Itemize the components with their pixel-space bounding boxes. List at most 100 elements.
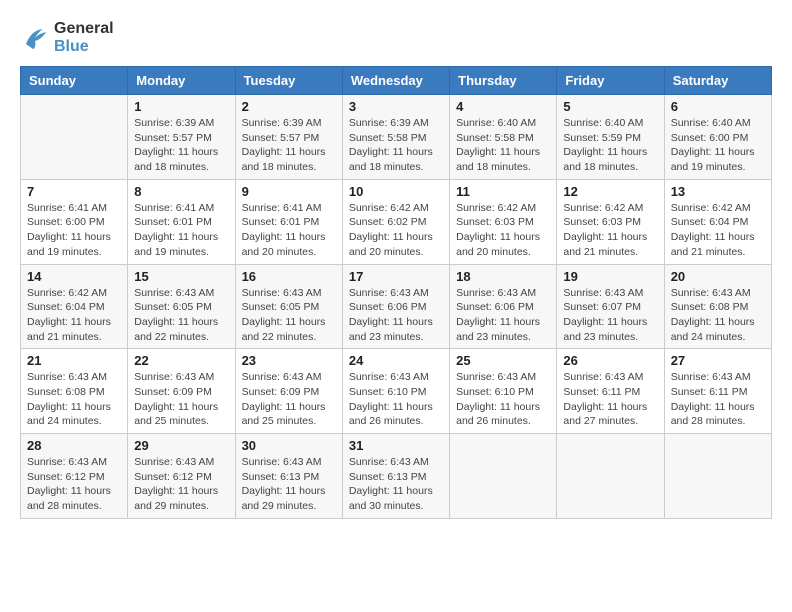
day-info: Sunrise: 6:43 AM Sunset: 6:05 PM Dayligh… bbox=[242, 286, 336, 345]
day-number: 11 bbox=[456, 184, 550, 199]
calendar-cell: 3 Sunrise: 6:39 AM Sunset: 5:58 PM Daylig… bbox=[342, 95, 449, 180]
weekday-header: Friday bbox=[557, 67, 664, 95]
day-number: 5 bbox=[563, 99, 657, 114]
day-info: Sunrise: 6:43 AM Sunset: 6:12 PM Dayligh… bbox=[134, 455, 228, 514]
day-info: Sunrise: 6:43 AM Sunset: 6:09 PM Dayligh… bbox=[242, 370, 336, 429]
calendar-cell: 24 Sunrise: 6:43 AM Sunset: 6:10 PM Dayli… bbox=[342, 349, 449, 434]
calendar-cell: 16 Sunrise: 6:43 AM Sunset: 6:05 PM Dayli… bbox=[235, 264, 342, 349]
day-number: 24 bbox=[349, 353, 443, 368]
calendar-cell: 18Sunrise: 6:43 AM Sunset: 6:06 PM Dayli… bbox=[450, 264, 557, 349]
logo-icon bbox=[20, 23, 50, 53]
day-info: Sunrise: 6:39 AM Sunset: 5:57 PM Dayligh… bbox=[242, 116, 336, 175]
day-number: 16 bbox=[242, 269, 336, 284]
day-info: Sunrise: 6:43 AM Sunset: 6:07 PM Dayligh… bbox=[563, 286, 657, 345]
day-number: 15 bbox=[134, 269, 228, 284]
day-info: Sunrise: 6:41 AM Sunset: 6:01 PM Dayligh… bbox=[134, 201, 228, 260]
calendar-cell: 13 Sunrise: 6:42 AM Sunset: 6:04 PM Dayli… bbox=[664, 179, 771, 264]
day-number: 12 bbox=[563, 184, 657, 199]
calendar-cell: 30 Sunrise: 6:43 AM Sunset: 6:13 PM Dayli… bbox=[235, 434, 342, 519]
weekday-header: Wednesday bbox=[342, 67, 449, 95]
day-info: Sunrise: 6:43 AM Sunset: 6:05 PM Dayligh… bbox=[134, 286, 228, 345]
calendar-cell: 17Sunrise: 6:43 AM Sunset: 6:06 PM Dayli… bbox=[342, 264, 449, 349]
weekday-header: Tuesday bbox=[235, 67, 342, 95]
calendar-cell: 8Sunrise: 6:41 AM Sunset: 6:01 PM Daylig… bbox=[128, 179, 235, 264]
day-info: Sunrise: 6:43 AM Sunset: 6:09 PM Dayligh… bbox=[134, 370, 228, 429]
calendar-cell: 27 Sunrise: 6:43 AM Sunset: 6:11 PM Dayli… bbox=[664, 349, 771, 434]
day-info: Sunrise: 6:43 AM Sunset: 6:10 PM Dayligh… bbox=[456, 370, 550, 429]
calendar-cell: 4 Sunrise: 6:40 AM Sunset: 5:58 PM Daylig… bbox=[450, 95, 557, 180]
day-number: 20 bbox=[671, 269, 765, 284]
day-info: Sunrise: 6:43 AM Sunset: 6:11 PM Dayligh… bbox=[671, 370, 765, 429]
day-info: Sunrise: 6:43 AM Sunset: 6:13 PM Dayligh… bbox=[349, 455, 443, 514]
day-info: Sunrise: 6:41 AM Sunset: 6:01 PM Dayligh… bbox=[242, 201, 336, 260]
day-info: Sunrise: 6:39 AM Sunset: 5:57 PM Dayligh… bbox=[134, 116, 228, 175]
calendar-cell: 5 Sunrise: 6:40 AM Sunset: 5:59 PM Daylig… bbox=[557, 95, 664, 180]
calendar-cell: 12Sunrise: 6:42 AM Sunset: 6:03 PM Dayli… bbox=[557, 179, 664, 264]
calendar-cell: 9 Sunrise: 6:41 AM Sunset: 6:01 PM Daylig… bbox=[235, 179, 342, 264]
day-number: 25 bbox=[456, 353, 550, 368]
day-info: Sunrise: 6:40 AM Sunset: 6:00 PM Dayligh… bbox=[671, 116, 765, 175]
day-number: 23 bbox=[242, 353, 336, 368]
calendar-cell: 21 Sunrise: 6:43 AM Sunset: 6:08 PM Dayli… bbox=[21, 349, 128, 434]
calendar-cell: 2 Sunrise: 6:39 AM Sunset: 5:57 PM Daylig… bbox=[235, 95, 342, 180]
calendar-cell bbox=[450, 434, 557, 519]
calendar-cell: 15 Sunrise: 6:43 AM Sunset: 6:05 PM Dayli… bbox=[128, 264, 235, 349]
page-header: General Blue bbox=[20, 20, 772, 56]
weekday-header-row: SundayMondayTuesdayWednesdayThursdayFrid… bbox=[21, 67, 772, 95]
calendar-week-row: 7Sunrise: 6:41 AM Sunset: 6:00 PM Daylig… bbox=[21, 179, 772, 264]
calendar-cell: 22 Sunrise: 6:43 AM Sunset: 6:09 PM Dayli… bbox=[128, 349, 235, 434]
calendar-cell bbox=[664, 434, 771, 519]
calendar-cell: 19 Sunrise: 6:43 AM Sunset: 6:07 PM Dayli… bbox=[557, 264, 664, 349]
day-number: 13 bbox=[671, 184, 765, 199]
day-number: 7 bbox=[27, 184, 121, 199]
weekday-header: Sunday bbox=[21, 67, 128, 95]
calendar-cell: 28Sunrise: 6:43 AM Sunset: 6:12 PM Dayli… bbox=[21, 434, 128, 519]
day-number: 19 bbox=[563, 269, 657, 284]
day-info: Sunrise: 6:43 AM Sunset: 6:06 PM Dayligh… bbox=[349, 286, 443, 345]
day-info: Sunrise: 6:43 AM Sunset: 6:08 PM Dayligh… bbox=[671, 286, 765, 345]
calendar-cell: 25 Sunrise: 6:43 AM Sunset: 6:10 PM Dayli… bbox=[450, 349, 557, 434]
day-info: Sunrise: 6:40 AM Sunset: 5:58 PM Dayligh… bbox=[456, 116, 550, 175]
calendar-week-row: 28Sunrise: 6:43 AM Sunset: 6:12 PM Dayli… bbox=[21, 434, 772, 519]
calendar-cell bbox=[557, 434, 664, 519]
calendar-week-row: 1 Sunrise: 6:39 AM Sunset: 5:57 PM Daylig… bbox=[21, 95, 772, 180]
day-number: 21 bbox=[27, 353, 121, 368]
calendar-cell: 29Sunrise: 6:43 AM Sunset: 6:12 PM Dayli… bbox=[128, 434, 235, 519]
day-info: Sunrise: 6:42 AM Sunset: 6:02 PM Dayligh… bbox=[349, 201, 443, 260]
calendar-cell: 1 Sunrise: 6:39 AM Sunset: 5:57 PM Daylig… bbox=[128, 95, 235, 180]
logo: General Blue bbox=[20, 20, 114, 56]
day-number: 3 bbox=[349, 99, 443, 114]
calendar-cell: 20 Sunrise: 6:43 AM Sunset: 6:08 PM Dayli… bbox=[664, 264, 771, 349]
day-number: 27 bbox=[671, 353, 765, 368]
day-info: Sunrise: 6:42 AM Sunset: 6:04 PM Dayligh… bbox=[671, 201, 765, 260]
day-info: Sunrise: 6:43 AM Sunset: 6:10 PM Dayligh… bbox=[349, 370, 443, 429]
weekday-header: Thursday bbox=[450, 67, 557, 95]
day-number: 22 bbox=[134, 353, 228, 368]
calendar-cell: 6Sunrise: 6:40 AM Sunset: 6:00 PM Daylig… bbox=[664, 95, 771, 180]
calendar-body: 1 Sunrise: 6:39 AM Sunset: 5:57 PM Daylig… bbox=[21, 95, 772, 519]
day-number: 30 bbox=[242, 438, 336, 453]
calendar-header: SundayMondayTuesdayWednesdayThursdayFrid… bbox=[21, 67, 772, 95]
day-number: 14 bbox=[27, 269, 121, 284]
day-info: Sunrise: 6:43 AM Sunset: 6:08 PM Dayligh… bbox=[27, 370, 121, 429]
calendar-cell: 11 Sunrise: 6:42 AM Sunset: 6:03 PM Dayli… bbox=[450, 179, 557, 264]
day-info: Sunrise: 6:43 AM Sunset: 6:13 PM Dayligh… bbox=[242, 455, 336, 514]
day-number: 1 bbox=[134, 99, 228, 114]
calendar-week-row: 14Sunrise: 6:42 AM Sunset: 6:04 PM Dayli… bbox=[21, 264, 772, 349]
calendar-cell: 23 Sunrise: 6:43 AM Sunset: 6:09 PM Dayli… bbox=[235, 349, 342, 434]
day-number: 26 bbox=[563, 353, 657, 368]
day-number: 4 bbox=[456, 99, 550, 114]
day-info: Sunrise: 6:42 AM Sunset: 6:03 PM Dayligh… bbox=[456, 201, 550, 260]
day-info: Sunrise: 6:40 AM Sunset: 5:59 PM Dayligh… bbox=[563, 116, 657, 175]
calendar-cell: 7Sunrise: 6:41 AM Sunset: 6:00 PM Daylig… bbox=[21, 179, 128, 264]
day-number: 2 bbox=[242, 99, 336, 114]
day-number: 9 bbox=[242, 184, 336, 199]
day-number: 31 bbox=[349, 438, 443, 453]
day-info: Sunrise: 6:39 AM Sunset: 5:58 PM Dayligh… bbox=[349, 116, 443, 175]
day-info: Sunrise: 6:43 AM Sunset: 6:06 PM Dayligh… bbox=[456, 286, 550, 345]
day-number: 10 bbox=[349, 184, 443, 199]
calendar-cell: 31 Sunrise: 6:43 AM Sunset: 6:13 PM Dayli… bbox=[342, 434, 449, 519]
calendar-cell: 14Sunrise: 6:42 AM Sunset: 6:04 PM Dayli… bbox=[21, 264, 128, 349]
calendar-cell bbox=[21, 95, 128, 180]
weekday-header: Monday bbox=[128, 67, 235, 95]
